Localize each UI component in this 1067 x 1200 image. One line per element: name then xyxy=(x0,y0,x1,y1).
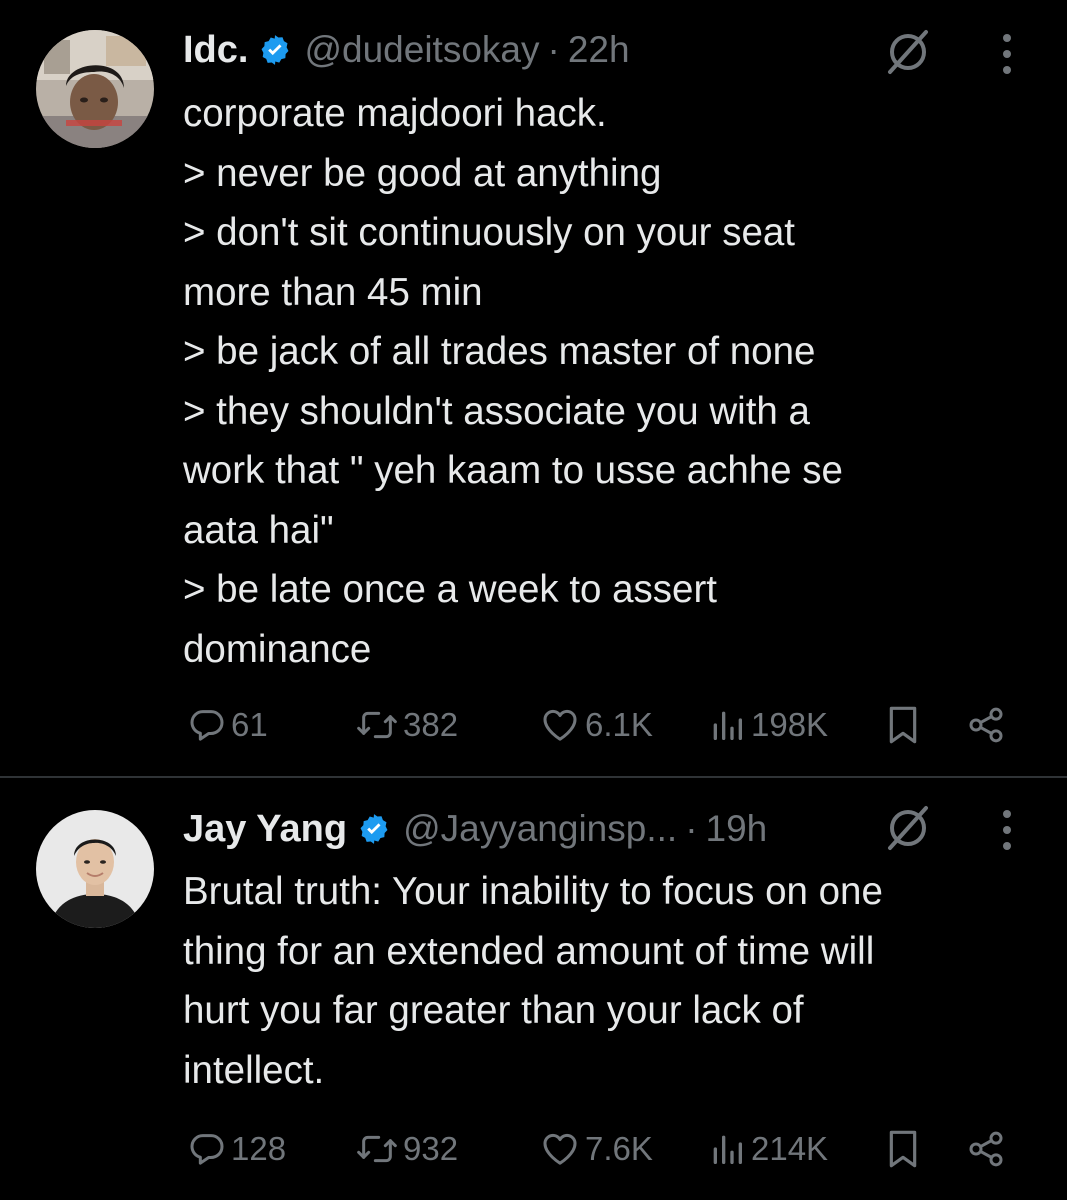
display-name[interactable]: Jay Yang xyxy=(183,808,347,851)
views-button[interactable]: 214K xyxy=(707,1124,828,1174)
reply-count: 61 xyxy=(231,706,268,743)
user-handle[interactable]: @Jayyanginsp... xyxy=(403,808,677,850)
heart-icon xyxy=(543,709,577,741)
action-bar: 61 382 6.1K 198K xyxy=(183,700,1033,750)
user-handle[interactable]: @dudeitsokay xyxy=(304,29,539,71)
tweet-text-line: aata hai" xyxy=(183,508,334,552)
tweet-text-line: dominance xyxy=(183,627,372,671)
verified-badge-icon xyxy=(357,812,391,846)
more-options-icon[interactable] xyxy=(993,806,1021,854)
repost-icon xyxy=(357,1135,397,1163)
tweet[interactable]: Jay Yang @Jayyanginsp... · 19h Brutal tr… xyxy=(0,778,1067,1200)
action-bar: 128 932 7.6K 214K xyxy=(183,1124,1033,1174)
reply-button[interactable]: 128 xyxy=(187,1124,286,1174)
tweet-text: corporate majdoori hack. > never be good… xyxy=(183,84,1043,679)
repost-icon xyxy=(357,711,397,739)
tweet[interactable]: Idc. @dudeitsokay · 22h corporate majdoo… xyxy=(0,0,1067,776)
tweet-text: Brutal truth: Your inability to focus on… xyxy=(183,862,1043,1100)
verified-badge-icon xyxy=(258,33,292,67)
tweet-header: Idc. @dudeitsokay · 22h xyxy=(183,26,630,74)
tweet-text-line: work that " yeh kaam to usse achhe se xyxy=(183,449,843,492)
reply-icon xyxy=(190,710,224,741)
tweet-text-line: Brutal truth: Your inability to focus on… xyxy=(183,870,883,913)
tweet-text-line: hurt you far greater than your lack of xyxy=(183,989,804,1032)
reply-count: 128 xyxy=(231,1130,287,1167)
tweet-text-line: > be jack of all trades master of none xyxy=(183,330,816,373)
bookmark-icon xyxy=(889,706,917,744)
analytics-icon xyxy=(713,1135,742,1164)
separator-dot: · xyxy=(685,808,698,849)
more-options-icon[interactable] xyxy=(993,30,1021,78)
views-count: 214K xyxy=(751,1130,829,1167)
grok-icon[interactable] xyxy=(880,800,936,856)
share-button[interactable] xyxy=(965,700,1007,750)
repost-count: 382 xyxy=(403,706,459,743)
bookmark-button[interactable] xyxy=(883,700,923,750)
bookmark-icon xyxy=(889,1130,917,1168)
tweet-text-line: corporate majdoori hack. xyxy=(183,92,607,135)
like-button[interactable]: 6.1K xyxy=(539,700,653,750)
like-count: 7.6K xyxy=(585,1130,653,1167)
reply-button[interactable]: 61 xyxy=(187,700,268,750)
share-icon xyxy=(969,707,1003,743)
display-name[interactable]: Idc. xyxy=(183,29,248,72)
tweet-header: Jay Yang @Jayyanginsp... · 19h xyxy=(183,805,767,853)
avatar[interactable] xyxy=(36,810,154,928)
like-count: 6.1K xyxy=(585,706,653,743)
bookmark-button[interactable] xyxy=(883,1124,923,1174)
tweet-text-line: > never be good at anything xyxy=(183,151,662,195)
share-icon xyxy=(969,1131,1003,1167)
timestamp[interactable]: 22h xyxy=(568,29,630,71)
repost-count: 932 xyxy=(403,1130,459,1167)
views-count: 198K xyxy=(751,706,829,743)
heart-icon xyxy=(543,1133,577,1165)
views-button[interactable]: 198K xyxy=(707,700,828,750)
separator-dot: · xyxy=(547,29,560,70)
avatar[interactable] xyxy=(36,30,154,148)
tweet-text-line: > they shouldn't associate you with a xyxy=(183,389,810,433)
timestamp[interactable]: 19h xyxy=(706,808,768,850)
tweet-text-line: > be late once a week to assert xyxy=(183,568,717,611)
tweet-text-line: intellect. xyxy=(183,1048,325,1092)
tweet-text-line: thing for an extended amount of time wil… xyxy=(183,929,875,973)
like-button[interactable]: 7.6K xyxy=(539,1124,653,1174)
grok-icon[interactable] xyxy=(880,24,936,80)
tweet-text-line: > don't sit continuously on your seat xyxy=(183,211,795,254)
reply-icon xyxy=(190,1134,224,1165)
repost-button[interactable]: 382 xyxy=(355,700,458,750)
repost-button[interactable]: 932 xyxy=(355,1124,458,1174)
share-button[interactable] xyxy=(965,1124,1007,1174)
tweet-text-line: more than 45 min xyxy=(183,270,483,314)
analytics-icon xyxy=(713,711,742,740)
